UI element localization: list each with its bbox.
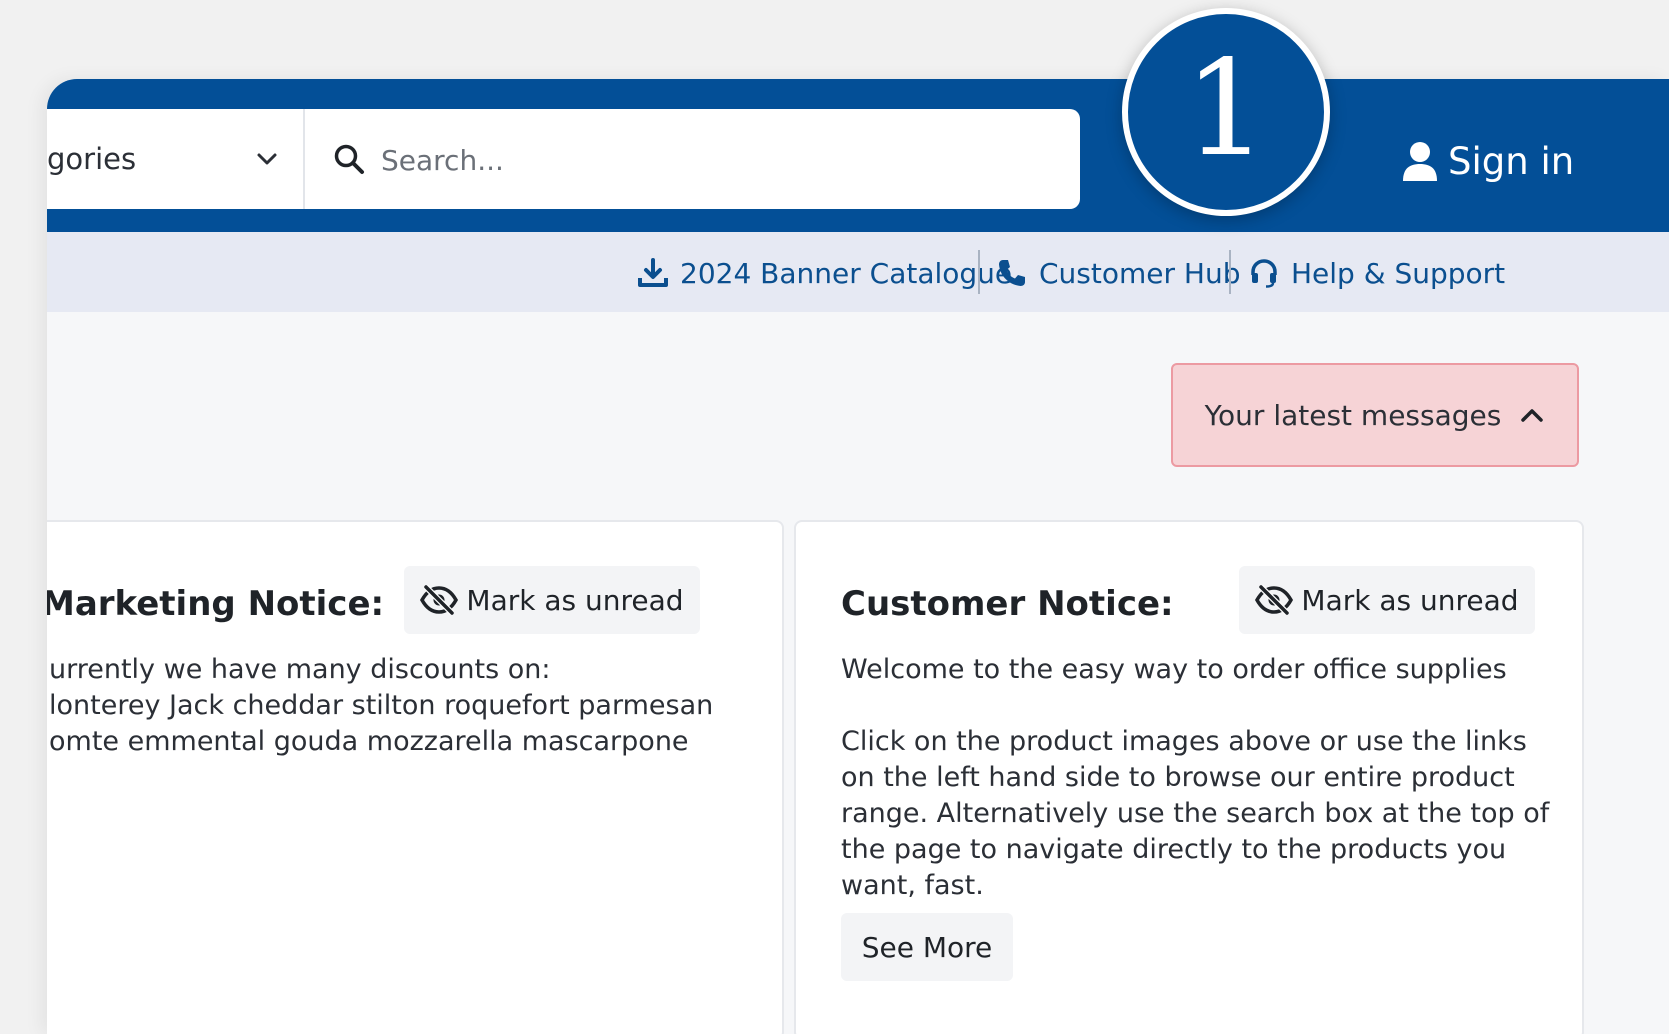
mark-as-unread-label: Mark as unread	[1301, 583, 1519, 617]
notice-body: urrently we have many discounts on: lont…	[49, 654, 714, 757]
categories-dropdown-label: gories	[47, 142, 137, 176]
top-header-bar: gories Sign in	[47, 79, 1669, 232]
headset-icon	[1251, 259, 1277, 288]
customer-notice-card: Customer Notice: Mark as unread Welcome …	[794, 520, 1584, 1034]
notice-title: Marketing Notice:	[47, 584, 385, 624]
search-box	[305, 109, 1080, 209]
marketing-notice-card: Marketing Notice: Mark as unread urrentl…	[47, 520, 784, 1034]
step-number-badge: 1	[1122, 8, 1330, 216]
notice-body: Welcome to the easy way to order office …	[841, 654, 1550, 901]
search-icon[interactable]	[333, 143, 365, 175]
customer-hub-link[interactable]: Customer Hub	[997, 254, 1240, 292]
phone-icon	[999, 260, 1025, 286]
eye-slash-icon	[1255, 585, 1294, 615]
search-input[interactable]	[379, 131, 1033, 189]
help-support-link[interactable]: Help & Support	[1249, 254, 1505, 292]
sign-in-button[interactable]: Sign in	[1402, 131, 1574, 191]
customer-hub-label: Customer Hub	[1039, 256, 1241, 290]
banner-catalogue-label: 2024 Banner Catalogue	[680, 256, 1013, 290]
latest-messages-toggle[interactable]: Your latest messages	[1171, 363, 1579, 467]
sign-in-label: Sign in	[1448, 139, 1575, 183]
mark-as-unread-label: Mark as unread	[466, 583, 684, 617]
app-window: gories Sign in	[47, 79, 1669, 1034]
latest-messages-label: Your latest messages	[1204, 398, 1502, 432]
secondary-nav-bar: 2024 Banner Catalogue Customer Hub Help …	[47, 232, 1669, 312]
step-number: 1	[1184, 32, 1268, 186]
notice-title: Customer Notice:	[841, 584, 1174, 624]
categories-dropdown[interactable]: gories	[47, 109, 305, 209]
nav-divider	[1229, 250, 1231, 294]
mark-as-unread-button[interactable]: Mark as unread	[404, 566, 700, 634]
eye-slash-icon	[420, 585, 459, 615]
mark-as-unread-button[interactable]: Mark as unread	[1239, 566, 1535, 634]
see-more-button[interactable]: See More	[841, 913, 1013, 981]
nav-divider	[978, 250, 980, 294]
chevron-down-icon	[257, 153, 277, 165]
user-icon	[1403, 142, 1437, 181]
download-icon	[638, 258, 668, 287]
chevron-up-icon	[1521, 409, 1544, 422]
help-support-label: Help & Support	[1291, 256, 1506, 290]
banner-catalogue-link[interactable]: 2024 Banner Catalogue	[638, 254, 1012, 292]
